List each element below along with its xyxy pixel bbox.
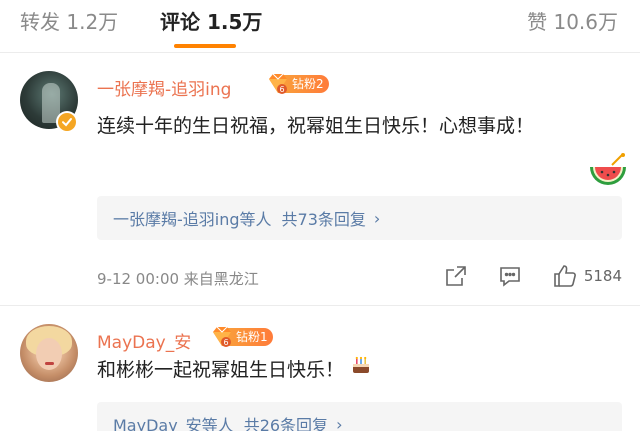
avatar[interactable] [20,324,78,382]
diamond-fan-icon: 6 [266,73,290,95]
tab-comments[interactable]: 评论 1.5万 [160,6,262,35]
avatar-face [36,338,62,370]
username[interactable]: 一张摩羯-追羽ing [97,75,231,100]
reply-summary-link[interactable]: 一张摩羯-追羽ing等人 共73条回复 › [97,196,622,240]
comment-button[interactable] [498,264,522,288]
comment-text-content: 和彬彬一起祝幂姐生日快乐！ [97,358,345,381]
share-icon [446,266,466,286]
verified-icon [56,111,78,133]
like-button[interactable]: 5184 [552,264,622,288]
reply-summary-users: 一张摩羯-追羽ing等人 [113,210,272,229]
chevron-right-icon: › [373,208,381,228]
cake-icon [350,354,372,386]
watermelon-icon [588,153,628,189]
svg-text:6: 6 [223,338,228,347]
reply-summary-link[interactable]: MayDay_安等人 共26条回复 › [97,402,622,431]
comment-actions: 5184 [414,261,622,291]
active-tab-indicator [174,44,236,48]
reply-count: 共26条回复 [243,416,329,431]
share-button[interactable] [444,264,468,288]
comment-tabs: 转发 1.2万 评论 1.5万 赞 10.6万 [0,0,640,52]
reply-count: 共73条回复 [281,210,366,229]
fan-badge[interactable]: 6 钻粉1 [210,326,273,348]
tab-likes[interactable]: 赞 10.6万 [527,6,618,35]
comment-icon [500,267,520,287]
comment-meta: 9-12 00:00 来自黑龙江 [97,270,259,288]
fan-badge[interactable]: 6 钻粉2 [266,73,329,95]
comment-text: 和彬彬一起祝幂姐生日快乐！ [97,354,617,386]
diamond-fan-icon: 6 [210,326,234,348]
like-count: 5184 [583,267,622,285]
comment-item: MayDay_安 6 钻粉1 和彬彬一起祝幂姐生日快乐！ MayDay_安等人 … [0,306,640,431]
chevron-right-icon: › [336,414,343,431]
thumbs-up-icon [554,265,576,287]
svg-text:6: 6 [279,85,284,94]
avatar-lips [45,362,54,365]
tab-repost[interactable]: 转发 1.2万 [20,6,118,35]
comment-item: 一张摩羯-追羽ing 6 钻粉2 连续十年的生日祝福，祝幂姐生日快乐！心想事成！ [0,53,640,306]
username[interactable]: MayDay_安 [97,328,191,353]
comment-text: 连续十年的生日祝福，祝幂姐生日快乐！心想事成！ [97,111,537,142]
reply-summary-users: MayDay_安等人 [113,416,234,431]
comment-text-content: 连续十年的生日祝福，祝幂姐生日快乐！心想事成！ [97,115,535,137]
